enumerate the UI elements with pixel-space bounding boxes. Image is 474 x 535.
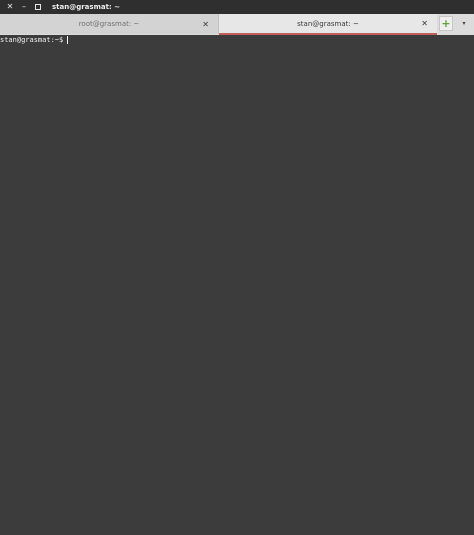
tab-label: stan@grasmat: ~ [297,19,359,28]
tab-label: root@grasmat: ~ [78,20,140,28]
tab-root[interactable]: root@grasmat: ~ ✕ [0,14,219,34]
window-title: stan@grasmat: ~ [52,3,121,11]
tab-stan[interactable]: stan@grasmat: ~ ✕ [219,14,437,35]
title-bar[interactable]: ✕ – stan@grasmat: ~ [0,0,474,14]
close-window-button[interactable]: ✕ [4,1,16,13]
tab-close-button[interactable]: ✕ [202,20,209,29]
new-tab-button[interactable]: + [439,16,453,31]
text-cursor [67,36,69,44]
terminal-window: ✕ – stan@grasmat: ~ root@grasmat: ~ ✕ st… [0,0,474,535]
prompt-line: stan@grasmat:~$ [0,36,69,44]
close-icon: ✕ [6,2,14,11]
chevron-down-icon: ▾ [462,20,466,27]
maximize-icon [35,4,41,10]
maximize-window-button[interactable] [32,1,44,13]
tab-close-button[interactable]: ✕ [421,19,428,28]
plus-icon: + [441,17,451,30]
terminal-scrollbar[interactable] [469,35,474,535]
terminal-area[interactable]: stan@grasmat:~$ [0,35,474,535]
minimize-window-button[interactable]: – [18,1,30,13]
tab-menu-button[interactable]: ▾ [457,16,471,31]
minimize-icon: – [22,2,26,11]
shell-prompt: stan@grasmat:~$ [0,36,64,44]
tab-bar: root@grasmat: ~ ✕ stan@grasmat: ~ ✕ + ▾ [0,14,474,35]
